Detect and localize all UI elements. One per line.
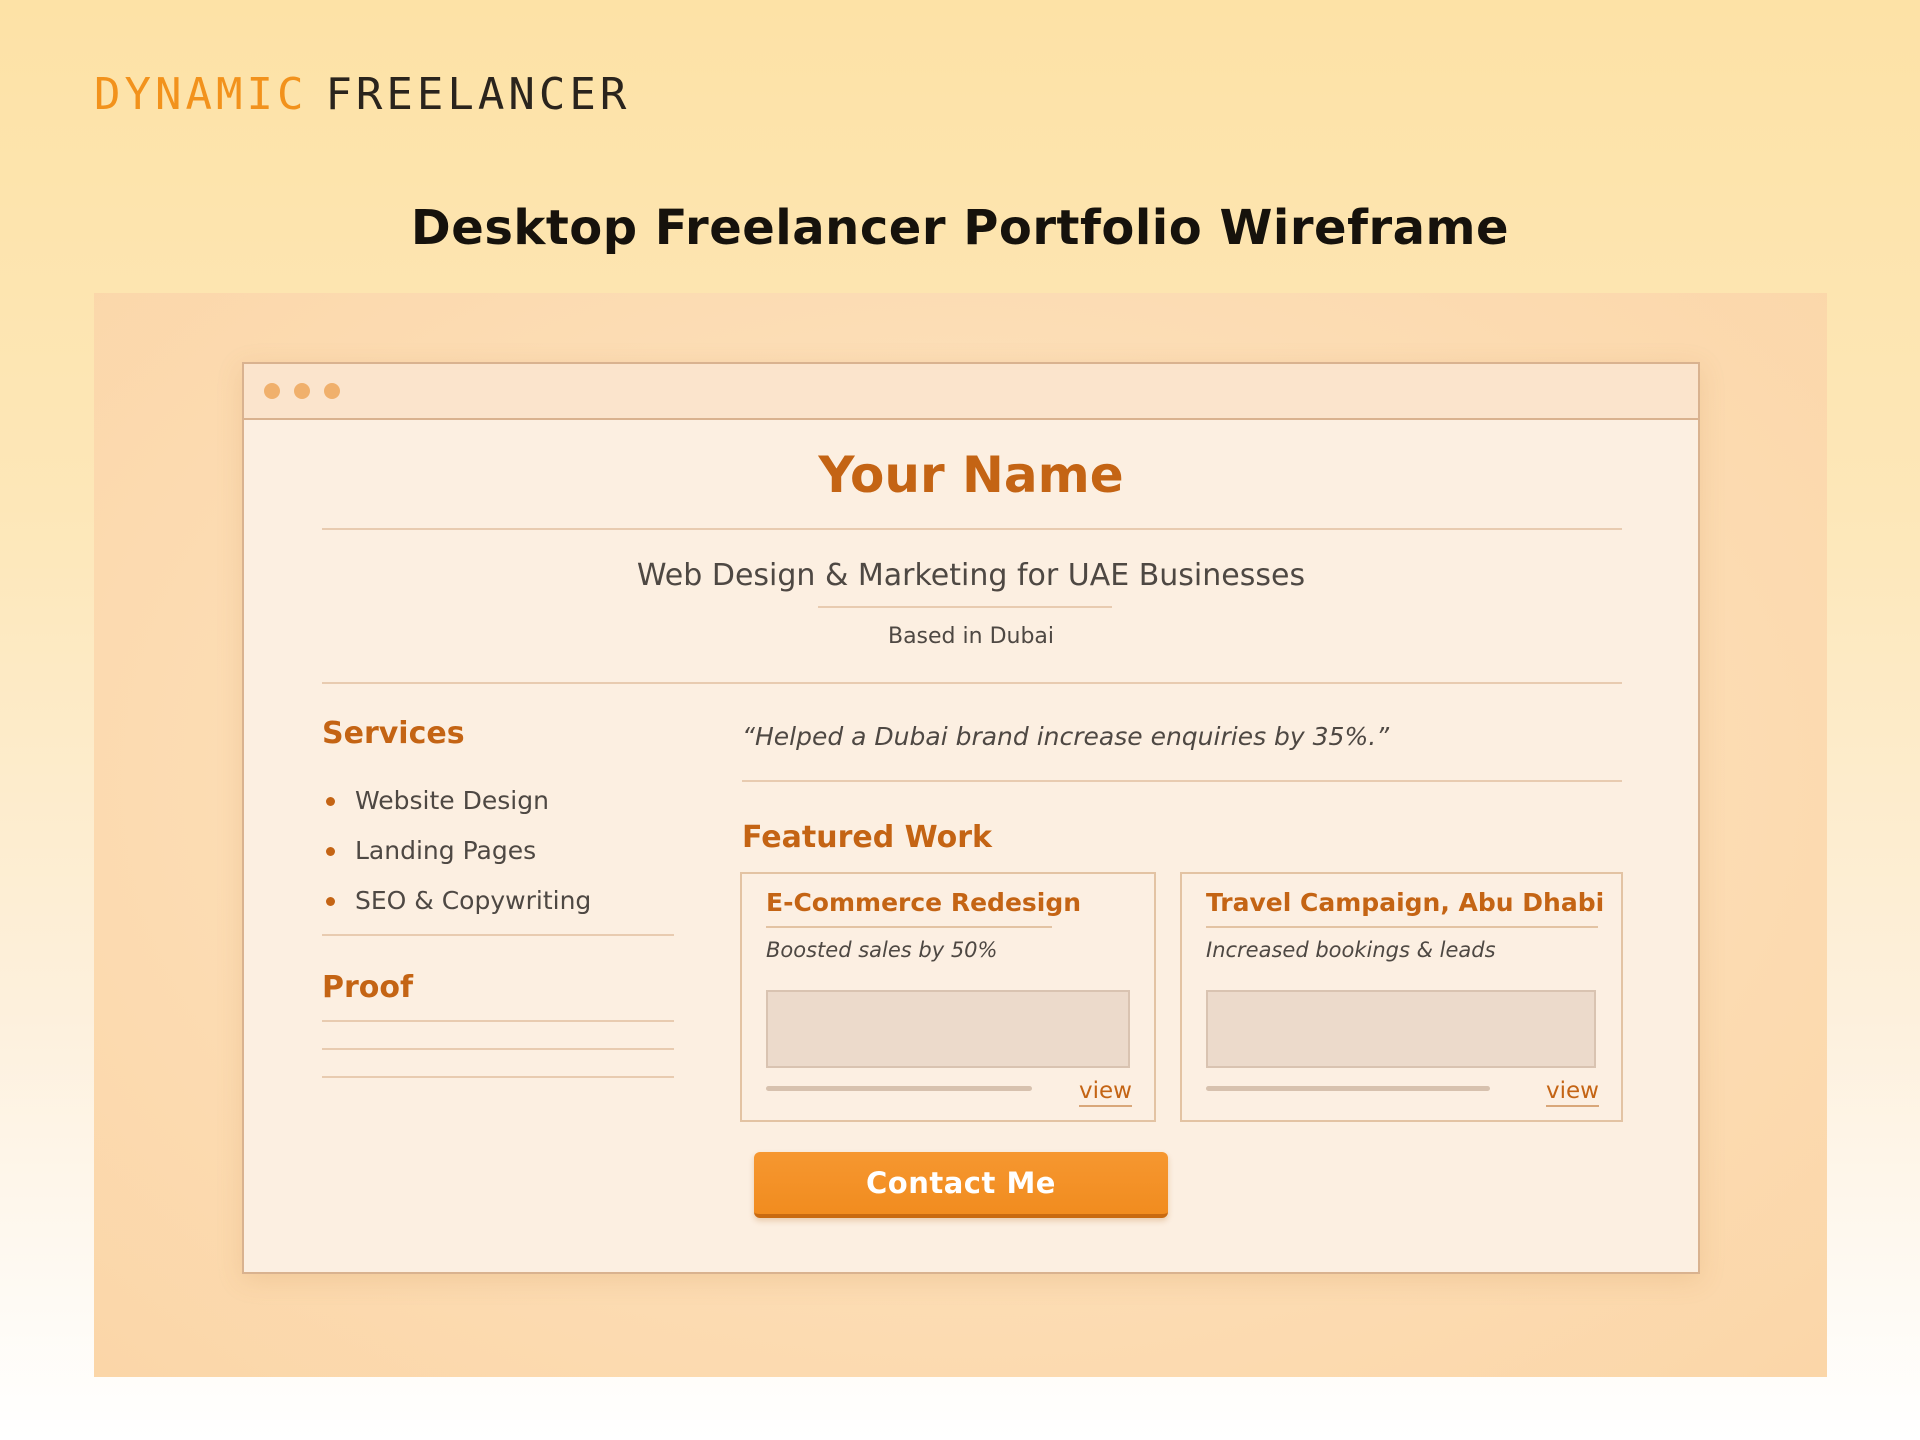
browser-window: Your Name Web Design & Marketing for UAE…	[242, 362, 1700, 1274]
browser-titlebar	[244, 364, 1698, 420]
card-title: Travel Campaign, Abu Dhabi	[1206, 888, 1605, 917]
list-item: SEO & Copywriting	[322, 876, 591, 926]
services-list: Website Design Landing Pages SEO & Copyw…	[322, 776, 591, 926]
services-heading: Services	[322, 716, 465, 751]
page-title: Desktop Freelancer Portfolio Wireframe	[410, 200, 1510, 256]
card-title: E-Commerce Redesign	[766, 888, 1082, 917]
card-text-placeholder	[766, 1086, 1032, 1091]
logo-word-freelancer: FREELANCER	[325, 69, 631, 120]
contact-me-button[interactable]: Contact Me	[754, 1152, 1168, 1218]
brand-logo: DYNAMIC FREELANCER	[94, 70, 630, 120]
bullet-icon	[326, 896, 335, 906]
list-item: Landing Pages	[322, 826, 591, 876]
service-label: SEO & Copywriting	[355, 886, 592, 915]
divider	[322, 528, 1622, 530]
featured-work-heading: Featured Work	[742, 820, 993, 855]
hero-name: Your Name	[818, 446, 1124, 504]
card-description: Increased bookings & leads	[1206, 938, 1496, 962]
testimonial-quote: “Helped a Dubai brand increase enquiries…	[742, 722, 1390, 751]
bullet-icon	[326, 846, 335, 856]
view-link[interactable]: view	[1546, 1078, 1599, 1107]
work-card-ecommerce[interactable]: E-Commerce Redesign Boosted sales by 50%…	[740, 872, 1156, 1122]
window-dot-close[interactable]	[264, 383, 280, 399]
list-item: Website Design	[322, 776, 591, 826]
window-dot-maximize[interactable]	[324, 383, 340, 399]
hero-location: Based in Dubai	[887, 624, 1055, 649]
card-description: Boosted sales by 50%	[766, 938, 998, 962]
card-image-placeholder	[766, 990, 1130, 1068]
divider	[742, 780, 1622, 782]
window-dot-minimize[interactable]	[294, 383, 310, 399]
proof-placeholder-line	[322, 1048, 674, 1050]
service-label: Website Design	[355, 786, 549, 815]
card-text-placeholder	[1206, 1086, 1490, 1091]
divider	[322, 682, 1622, 684]
portfolio-page: Your Name Web Design & Marketing for UAE…	[244, 420, 1698, 1272]
divider	[322, 934, 674, 936]
view-link[interactable]: view	[1079, 1078, 1132, 1107]
card-title-underline	[1206, 926, 1598, 928]
proof-placeholder-line	[322, 1076, 674, 1078]
card-image-placeholder	[1206, 990, 1596, 1068]
card-title-underline	[766, 926, 1052, 928]
logo-word-dynamic: DYNAMIC	[94, 69, 308, 120]
hero-tagline: Web Design & Marketing for UAE Businesse…	[636, 558, 1306, 593]
proof-placeholder-line	[322, 1020, 674, 1022]
tagline-underline	[818, 606, 1112, 608]
bullet-icon	[326, 796, 335, 806]
work-card-travel[interactable]: Travel Campaign, Abu Dhabi Increased boo…	[1180, 872, 1623, 1122]
proof-heading: Proof	[322, 970, 414, 1005]
service-label: Landing Pages	[355, 836, 537, 865]
